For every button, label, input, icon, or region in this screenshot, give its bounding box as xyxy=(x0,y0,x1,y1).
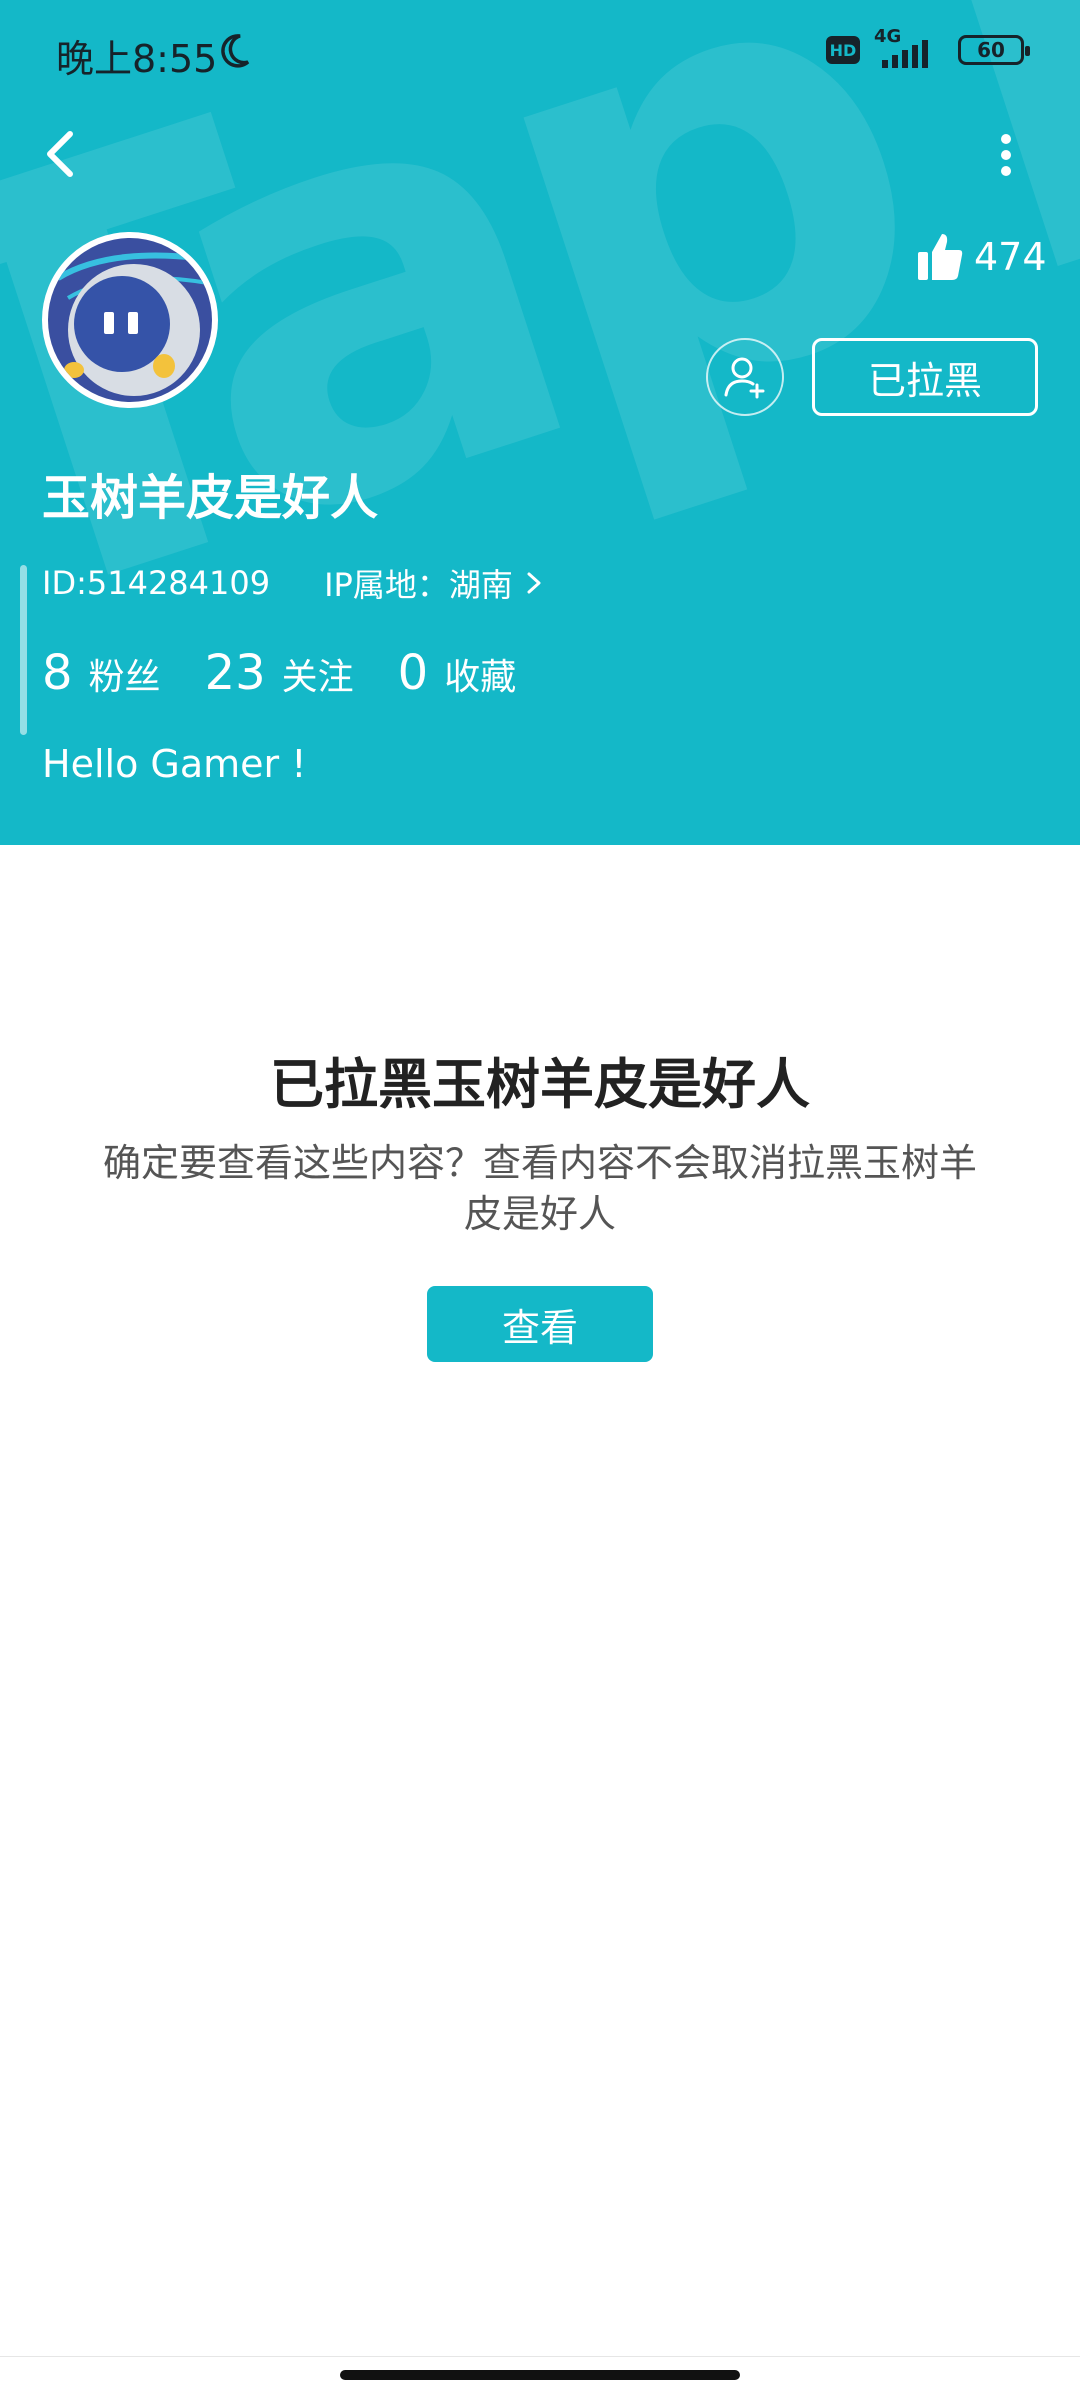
following-count[interactable]: 23 xyxy=(205,645,266,701)
following-label[interactable]: 关注 xyxy=(282,648,354,700)
ip-location-text: IP属地：湖南 xyxy=(324,566,513,604)
profile-header: TapTap 晚上8:55 HD 4G 60 474 已拉黑 玉树羊皮是好人 I… xyxy=(0,0,1080,845)
battery-icon: 60 xyxy=(958,35,1030,65)
chevron-right-icon xyxy=(527,572,541,594)
like-box[interactable]: 474 xyxy=(916,232,1047,282)
add-friend-button[interactable] xyxy=(706,338,784,416)
bio: Hello Gamer ! xyxy=(42,742,307,786)
back-icon[interactable] xyxy=(36,126,86,182)
hd-icon: HD xyxy=(826,36,860,64)
add-friend-icon xyxy=(724,357,765,399)
watermark: TapTap xyxy=(0,0,1080,744)
like-icon xyxy=(918,234,963,280)
signal-icon: 4G xyxy=(874,26,944,70)
avatar-robot-icon xyxy=(48,238,212,402)
user-id: ID:514284109 xyxy=(42,564,271,602)
bottom-divider xyxy=(0,2356,1080,2357)
blocked-title: 已拉黑玉树羊皮是好人 xyxy=(270,1053,810,1116)
blocked-description: 确定要查看这些内容？查看内容不会取消拉黑玉树羊皮是好人 xyxy=(102,1141,977,1237)
status-icons: HD 4G 60 xyxy=(826,26,1030,70)
view-content-button[interactable]: 查看 xyxy=(427,1286,653,1362)
battery-level: 60 xyxy=(977,38,1005,62)
moon-icon xyxy=(221,34,250,68)
favorites-count[interactable]: 0 xyxy=(398,645,429,701)
followers-label[interactable]: 粉丝 xyxy=(89,648,161,700)
stats-row: 8 粉丝 23 关注 0 收藏 xyxy=(42,645,560,701)
ip-location[interactable]: IP属地：湖南 xyxy=(324,560,545,606)
username: 玉树羊皮是好人 xyxy=(42,470,379,526)
home-indicator[interactable] xyxy=(340,2370,740,2380)
favorites-label[interactable]: 收藏 xyxy=(444,648,516,700)
id-row: ID:514284109 IP属地：湖南 xyxy=(42,560,545,606)
like-count: 474 xyxy=(974,235,1047,279)
followers-count[interactable]: 8 xyxy=(42,645,73,701)
blocked-button[interactable]: 已拉黑 xyxy=(812,338,1038,416)
scrollbar xyxy=(20,565,27,735)
status-time: 晚上8:55 xyxy=(56,37,218,81)
avatar[interactable] xyxy=(42,232,218,408)
more-icon[interactable] xyxy=(988,132,1024,178)
